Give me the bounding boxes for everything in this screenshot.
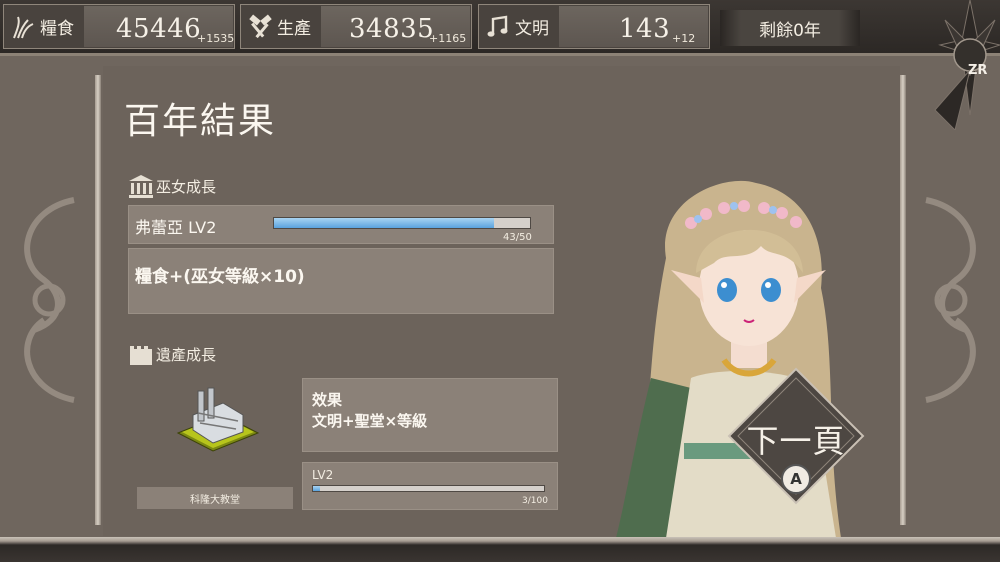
production-label: 生產 — [277, 19, 311, 39]
left-pillar — [95, 75, 101, 525]
maiden-exp-fill — [274, 218, 495, 228]
castle-icon — [130, 346, 152, 365]
years-remaining: 剩餘0年 — [720, 10, 860, 46]
resource-bar: 糧食 45446 +1535 生產 34835 +1165 文明 143 +12… — [0, 0, 1000, 56]
heritage-level: LV2 — [312, 468, 334, 482]
a-button-hint[interactable]: A — [781, 464, 811, 494]
heritage-section-heading: 遺產成長 — [128, 342, 216, 366]
maiden-name-level: 弗蕾亞 LV2 — [135, 218, 217, 237]
heritage-heading-text: 遺產成長 — [156, 345, 217, 364]
maiden-heading-text: 巫女成長 — [156, 177, 217, 196]
food-resource: 糧食 45446 +1535 — [3, 4, 235, 49]
cathedral-image — [176, 387, 260, 452]
maiden-exp-text: 43/50 — [503, 232, 532, 243]
zr-button-hint[interactable]: ZR — [968, 63, 987, 78]
food-label: 糧食 — [40, 19, 74, 39]
heritage-exp-text: 3/100 — [522, 496, 548, 506]
heritage-exp-bar — [312, 485, 545, 492]
maiden-section-heading: 巫女成長 — [128, 174, 216, 198]
production-resource: 生產 34835 +1165 — [240, 4, 472, 49]
heritage-effect-text: 文明+聖堂×等級 — [312, 412, 428, 430]
music-note-icon — [487, 15, 508, 37]
page-title: 百年結果 — [124, 101, 277, 142]
building-name: 科隆大教堂 — [137, 487, 293, 509]
heritage-exp-fill — [313, 486, 320, 491]
bottom-border — [0, 537, 1000, 562]
left-ornament — [24, 197, 75, 403]
production-caption: 生產 — [241, 5, 321, 48]
hammer-icon — [249, 13, 272, 38]
next-page-label[interactable]: 下一頁 — [731, 416, 861, 462]
civilization-label: 文明 — [515, 19, 549, 39]
production-value: 34835 — [349, 14, 435, 44]
civilization-caption: 文明 — [479, 5, 559, 48]
temple-icon — [129, 175, 153, 198]
right-ornament — [925, 197, 976, 403]
civilization-delta: +12 — [672, 32, 696, 45]
food-value: 45446 — [116, 14, 202, 44]
food-delta: +1535 — [197, 32, 235, 45]
production-delta: +1165 — [429, 32, 467, 45]
food-caption: 糧食 — [4, 5, 84, 48]
civilization-value: 143 — [619, 14, 671, 44]
wheat-icon — [13, 16, 34, 38]
maiden-effect-text: 糧食+(巫女等級×10) — [135, 267, 305, 287]
civilization-resource: 文明 143 +12 — [478, 4, 710, 49]
heritage-effect-title: 效果 — [312, 391, 343, 409]
maiden-exp-bar — [273, 217, 531, 229]
